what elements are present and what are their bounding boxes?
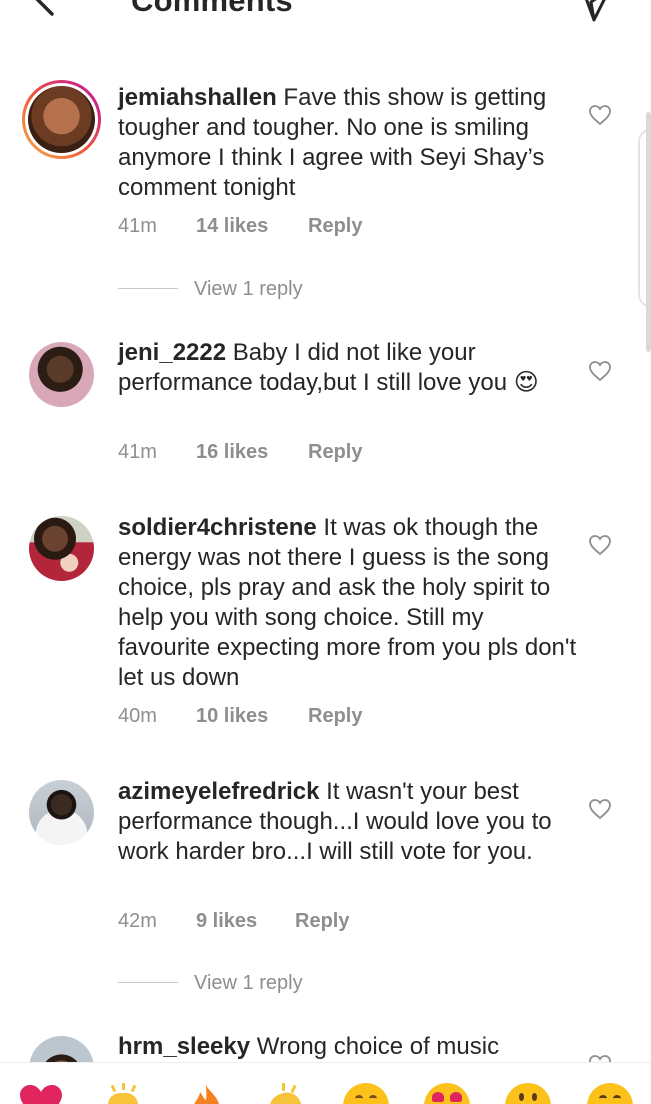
avatar[interactable]: [29, 516, 94, 581]
comment-likes[interactable]: 16 likes: [196, 440, 308, 464]
reply-button[interactable]: Reply: [308, 440, 362, 464]
comment-text: jeni_2222 Baby I did not like your perfo…: [118, 338, 578, 398]
heart-eyes-face-icon[interactable]: [424, 1083, 470, 1104]
comment-meta: 42m 9 likes Reply: [118, 909, 349, 933]
divider-line: [118, 982, 178, 983]
clapping-hands-icon[interactable]: [264, 1083, 310, 1104]
comment-body: Wrong choice of music: [256, 1033, 500, 1060]
comment-username[interactable]: jemiahshallen: [118, 84, 277, 111]
like-heart-icon[interactable]: [588, 360, 612, 382]
divider-line: [118, 288, 178, 289]
comment-meta: 40m 10 likes Reply: [118, 704, 362, 728]
comment-text: soldier4christene It was ok though the e…: [118, 513, 578, 693]
comment-username[interactable]: jeni_2222: [118, 339, 226, 366]
comment-time: 40m: [118, 705, 157, 727]
scrollbar-thumb[interactable]: [646, 112, 651, 352]
comment-meta: 41m 14 likes Reply: [118, 214, 362, 238]
comment-time: 42m: [118, 910, 157, 932]
reply-button[interactable]: Reply: [308, 704, 362, 728]
comment-text: azimeyelefredrick It wasn't your best pe…: [118, 777, 578, 867]
emoji-reaction-bar: [0, 1062, 651, 1104]
comment-username[interactable]: hrm_sleeky: [118, 1033, 250, 1060]
fire-icon[interactable]: [184, 1083, 228, 1104]
back-arrow-icon[interactable]: [28, 0, 78, 20]
comment-likes[interactable]: 14 likes: [196, 214, 308, 238]
comment-username[interactable]: soldier4christene: [118, 514, 317, 541]
page-title: Comments: [131, 0, 293, 18]
header-bar: Comments: [0, 0, 651, 40]
comment-text: jemiahshallen Fave this show is getting …: [118, 83, 578, 203]
comment-time: 41m: [118, 441, 157, 463]
send-icon[interactable]: [580, 0, 612, 24]
like-heart-icon[interactable]: [588, 104, 612, 126]
like-heart-icon[interactable]: [588, 798, 612, 820]
comment-likes[interactable]: 9 likes: [196, 909, 295, 933]
red-heart-icon[interactable]: [18, 1083, 64, 1104]
raising-hands-icon[interactable]: [100, 1083, 146, 1104]
crying-face-icon[interactable]: [343, 1083, 389, 1104]
view-replies-label[interactable]: View 1 reply: [194, 971, 303, 995]
comment-username[interactable]: azimeyelefredrick: [118, 778, 319, 805]
comment-likes[interactable]: 10 likes: [196, 704, 308, 728]
reply-button[interactable]: Reply: [308, 214, 362, 238]
view-replies-label[interactable]: View 1 reply: [194, 277, 303, 301]
comment-time: 41m: [118, 215, 157, 237]
astonished-face-icon[interactable]: [505, 1083, 551, 1104]
grinning-face-icon[interactable]: [587, 1083, 633, 1104]
comment-meta: 41m 16 likes Reply: [118, 440, 362, 464]
avatar[interactable]: [29, 780, 94, 845]
comment-text: hrm_sleeky Wrong choice of music: [118, 1032, 578, 1062]
avatar[interactable]: [29, 342, 94, 407]
like-heart-icon[interactable]: [588, 534, 612, 556]
heart-eyes-emoji: 😍: [513, 369, 539, 396]
avatar-with-story-ring[interactable]: [22, 80, 101, 159]
reply-button[interactable]: Reply: [295, 909, 349, 933]
